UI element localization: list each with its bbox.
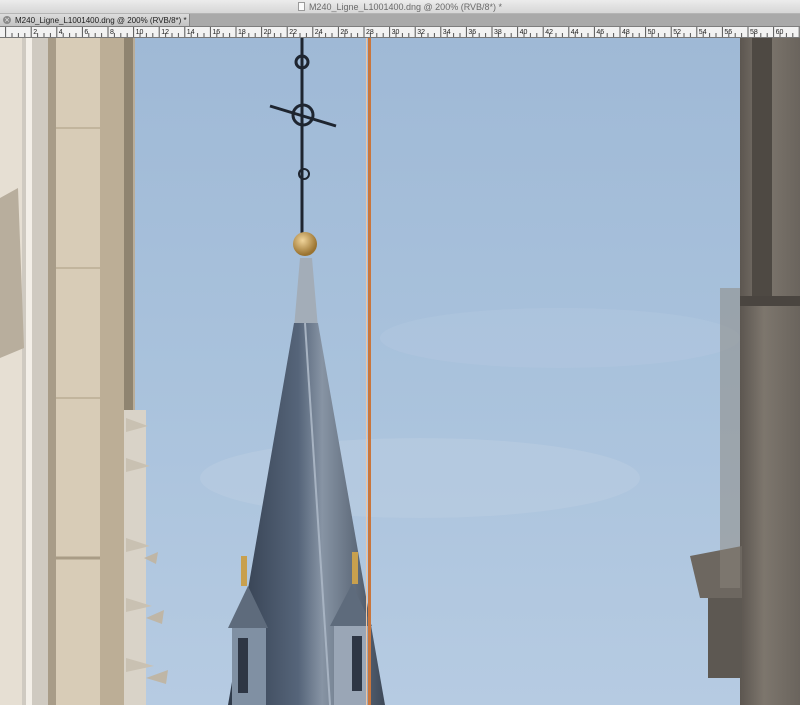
- ruler-label: 50: [648, 29, 656, 36]
- window-title-group: M240_Ligne_L1001400.dng @ 200% (RVB/8*) …: [297, 1, 503, 12]
- ruler-label: 16: [212, 29, 220, 36]
- ruler-label: 48: [622, 29, 630, 36]
- ruler-label: 40: [520, 29, 528, 36]
- ruler-label: 2: [33, 29, 37, 36]
- guide-highlight: [366, 38, 367, 705]
- ruler-label: 14: [187, 29, 195, 36]
- close-x-icon[interactable]: ×: [3, 16, 11, 24]
- ruler-label: 56: [724, 29, 732, 36]
- ruler-label: 4: [59, 29, 63, 36]
- ruler-label: 26: [340, 29, 348, 36]
- ruler-label: 22: [289, 29, 297, 36]
- ruler-scale: 2 4 6 8 10 12 14 16 18 20 22 24 26 28 30 32 34 36 38 40 42 44…: [5, 27, 800, 37]
- ruler-label: 20: [264, 29, 272, 36]
- ruler-label: 32: [417, 29, 425, 36]
- ruler-label: 28: [366, 29, 374, 36]
- ruler-label: 54: [699, 29, 707, 36]
- ruler-label: 60: [776, 29, 784, 36]
- document-canvas[interactable]: [0, 38, 800, 705]
- document-icon: [297, 2, 305, 11]
- ruler-label: 44: [571, 29, 579, 36]
- ruler-label: 6: [84, 29, 88, 36]
- cloud: [380, 308, 740, 368]
- ruler-label: 58: [750, 29, 758, 36]
- ruler-label: 34: [443, 29, 451, 36]
- ruler-label: 18: [238, 29, 246, 36]
- ruler-label: 10: [136, 29, 144, 36]
- document-tab[interactable]: × M240_Ligne_L1001400.dng @ 200% (RVB/8*…: [0, 14, 190, 26]
- vertical-guide-line[interactable]: [368, 38, 371, 705]
- document-tab-bar: × M240_Ligne_L1001400.dng @ 200% (RVB/8*…: [0, 14, 800, 27]
- window-title-bar: M240_Ligne_L1001400.dng @ 200% (RVB/8*) …: [0, 0, 800, 14]
- ruler-label: 38: [494, 29, 502, 36]
- ruler-label: 36: [468, 29, 476, 36]
- ruler-label: 8: [110, 29, 114, 36]
- window-title: M240_Ligne_L1001400.dng @ 200% (RVB/8*) …: [308, 1, 503, 12]
- ruler-label: 24: [315, 29, 323, 36]
- ruler-label: 46: [596, 29, 604, 36]
- ruler-label: 42: [545, 29, 553, 36]
- document-tab-label: M240_Ligne_L1001400.dng @ 200% (RVB/8*) …: [15, 15, 187, 25]
- ruler-label: 12: [161, 29, 169, 36]
- ruler-label: 30: [392, 29, 400, 36]
- ruler-label: 52: [673, 29, 681, 36]
- horizontal-ruler[interactable]: 2 4 6 8 10 12 14 16 18 20 22 24 26 28 30 32 34 36 38 40 42 44…: [0, 27, 800, 38]
- left-building: [0, 38, 135, 705]
- photo-image: [0, 38, 800, 705]
